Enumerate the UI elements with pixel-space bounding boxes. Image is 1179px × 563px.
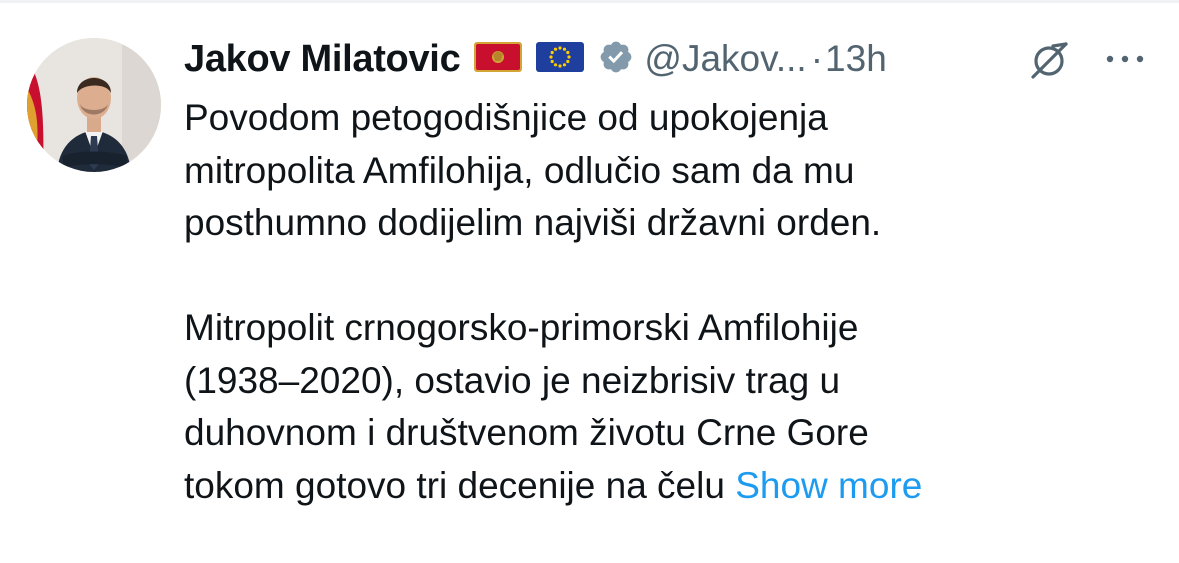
text-line: (1938–2020), ostavio je neizbrisiv trag … [184,359,841,401]
text-line: Povodom petogodišnjice od upokojenja [184,97,828,138]
verified-badge-icon[interactable] [598,39,634,80]
grok-icon[interactable] [1027,38,1071,87]
show-more-link[interactable]: Show more [735,465,922,506]
text-line-content: tokom gotovo tri decenije na čelu [184,464,725,506]
tweet-header: Jakov Milatovic @Jakov... · 13h [184,34,887,84]
author-handle[interactable]: @Jakov... [644,38,806,80]
text-line: mitropolita Amfilohija, odlučio sam da m… [184,149,855,191]
tweet-text: Povodom petogodišnjice od upokojenja mit… [184,92,1144,512]
text-line-last: tokom gotovo tri decenije na čelu Show m… [184,460,1144,513]
tweet[interactable]: Jakov Milatovic @Jakov... · 13h Povodom … [0,0,1179,563]
text-line: posthumno dodijelim najviši državni orde… [184,202,882,243]
eu-flag-icon [536,41,585,77]
more-options-icon[interactable] [1104,52,1146,70]
timestamp[interactable]: 13h [825,38,887,80]
avatar-photo [27,38,161,172]
author-name[interactable]: Jakov Milatovic [184,38,461,81]
text-line: duhovnom i društvenom životu Crne Gore [184,412,869,453]
avatar[interactable] [27,38,161,172]
text-line: Mitropolit crnogorsko-primorski Amfilohi… [184,307,859,348]
separator-dot: · [810,38,824,79]
montenegro-flag-icon [474,41,523,77]
